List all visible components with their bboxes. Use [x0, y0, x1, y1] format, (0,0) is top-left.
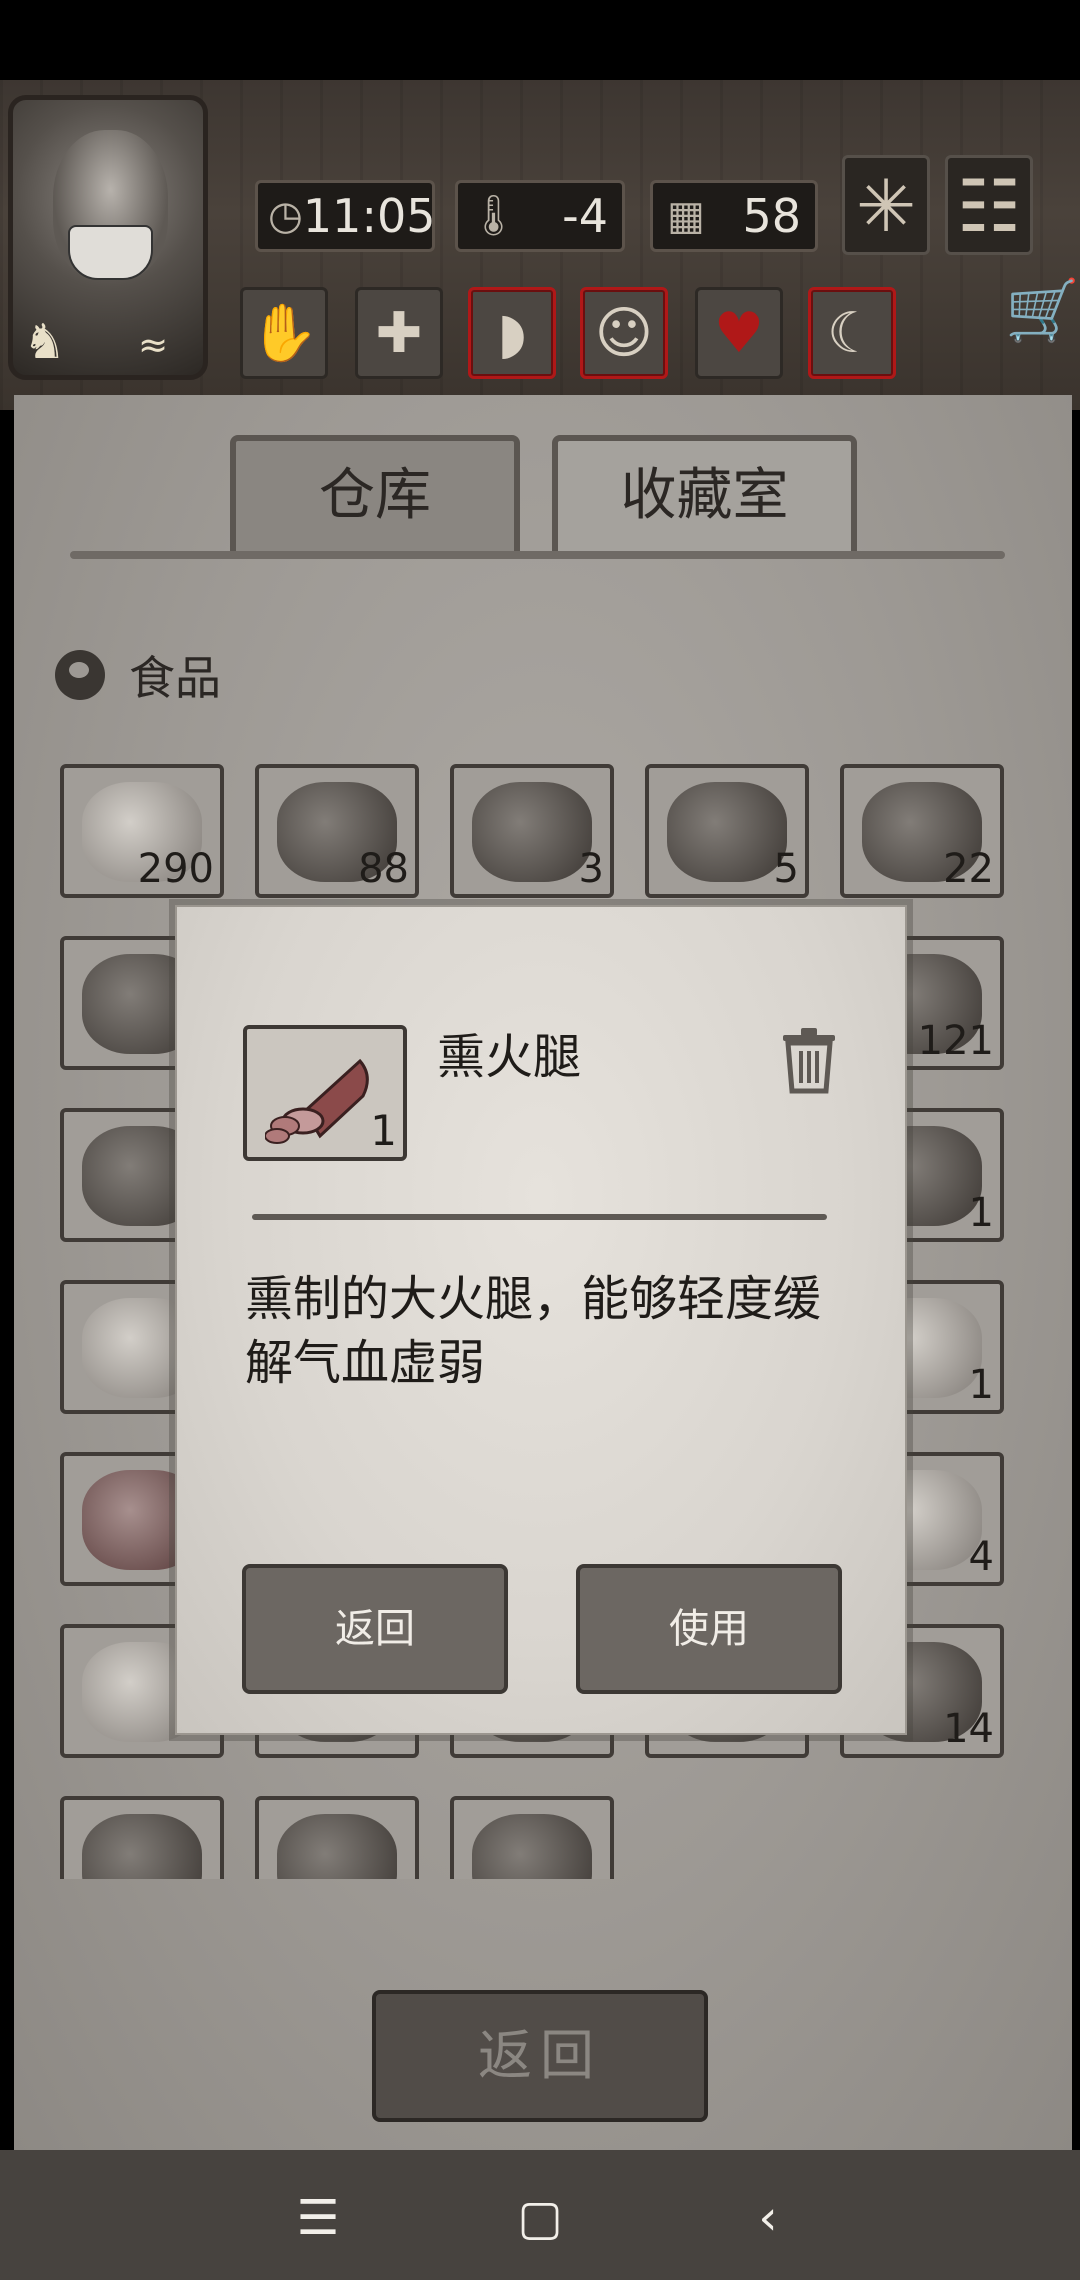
clock-icon: ◷ [268, 193, 303, 239]
hunger-status[interactable]: ◗ [468, 287, 556, 379]
dried-leaf-icon [472, 1814, 592, 1879]
time-value: 11:05 [302, 189, 436, 243]
trash-icon[interactable] [779, 1025, 839, 1095]
tea-tin-icon [472, 782, 592, 882]
item-count: 1 [370, 1106, 397, 1155]
weather-button[interactable]: ✳ [842, 155, 930, 255]
item-description: 熏制的大火腿，能够轻度缓解气血虚弱 [245, 1271, 822, 1391]
calendar-icon: ▦ [667, 193, 705, 239]
cart-icon[interactable]: 🛒 [1005, 275, 1080, 346]
moon-icon: ☾ [826, 300, 878, 366]
item-count: 14 [943, 1706, 994, 1752]
item-count: 5 [773, 846, 799, 892]
hand-status[interactable]: ✋ [240, 287, 328, 379]
mind-icon: ☺ [594, 300, 654, 366]
inventory-slot[interactable]: 22 [840, 764, 1004, 898]
camel-icon: ♞ [23, 314, 67, 370]
back-nav-icon[interactable]: ‹ [738, 2190, 798, 2246]
health-status[interactable]: ✚ [355, 287, 443, 379]
item-count: 4 [968, 1534, 994, 1580]
tab-warehouse[interactable]: 仓库 [230, 435, 520, 555]
section-title: 食品 [129, 651, 221, 705]
thermometer-icon: 🌡 [468, 193, 519, 239]
inventory-slot[interactable]: 3 [450, 764, 614, 898]
grilled-steak-icon [667, 782, 787, 882]
inventory-slot[interactable] [60, 1796, 224, 1879]
meat-icon [55, 650, 105, 700]
item-count: 1 [968, 1190, 994, 1236]
day-display: ▦ 58 [650, 180, 818, 252]
item-slot: 1 [243, 1025, 407, 1161]
dialog-back-button[interactable]: 返回 [242, 1564, 508, 1694]
sleep-status[interactable]: ☾ [808, 287, 896, 379]
snowflake-icon: ✳ [855, 164, 917, 248]
inventory-slot[interactable] [450, 1796, 614, 1879]
time-display: ◷ 11:05 [255, 180, 435, 252]
item-count: 88 [358, 846, 409, 892]
inventory-slot[interactable] [255, 1796, 419, 1879]
use-button[interactable]: 使用 [576, 1564, 842, 1694]
item-count: 121 [917, 1018, 994, 1064]
home-icon[interactable]: ▢ [510, 2190, 570, 2246]
scroll-icon: ≈ [138, 325, 169, 366]
section-header: 食品 [55, 640, 221, 710]
mind-status[interactable]: ☺ [580, 287, 668, 379]
inventory-slot[interactable]: 88 [255, 764, 419, 898]
character-portrait[interactable]: ♞ ≈ [8, 95, 208, 380]
menu-icon: ☷ [956, 164, 1022, 248]
menu-button[interactable]: ☷ [945, 155, 1033, 255]
status-bar [0, 0, 1080, 80]
back-button[interactable]: 返回 [372, 1990, 708, 2122]
stomach-icon: ◗ [497, 300, 527, 366]
heart-icon: ♥ [713, 300, 765, 366]
tab-divider [70, 551, 1005, 559]
health-cross-icon: ✚ [375, 300, 423, 366]
grilled-steak-icon [277, 1814, 397, 1879]
hand-icon: ✋ [249, 301, 319, 366]
divider [252, 1214, 827, 1220]
heart-status[interactable]: ♥ [695, 287, 783, 379]
smoked-ham-icon [265, 1058, 369, 1144]
tab-collection[interactable]: 收藏室 [552, 435, 857, 555]
temperature-value: -4 [562, 189, 608, 243]
item-count: 22 [943, 846, 994, 892]
recent-apps-icon[interactable]: ☰ [288, 2190, 348, 2246]
inventory-slot[interactable]: 290 [60, 764, 224, 898]
item-count: 290 [137, 846, 214, 892]
temperature-display: 🌡 -4 [455, 180, 625, 252]
item-count: 1 [968, 1362, 994, 1408]
soup-bowl-icon [82, 1814, 202, 1879]
item-name: 熏火腿 [437, 1029, 582, 1085]
inventory-slot[interactable]: 5 [645, 764, 809, 898]
item-detail-dialog: 1 熏火腿 熏制的大火腿，能够轻度缓解气血虚弱 返回 使用 [175, 905, 907, 1735]
character-mask [68, 225, 153, 280]
day-value: 58 [742, 189, 801, 243]
item-count: 3 [578, 846, 604, 892]
